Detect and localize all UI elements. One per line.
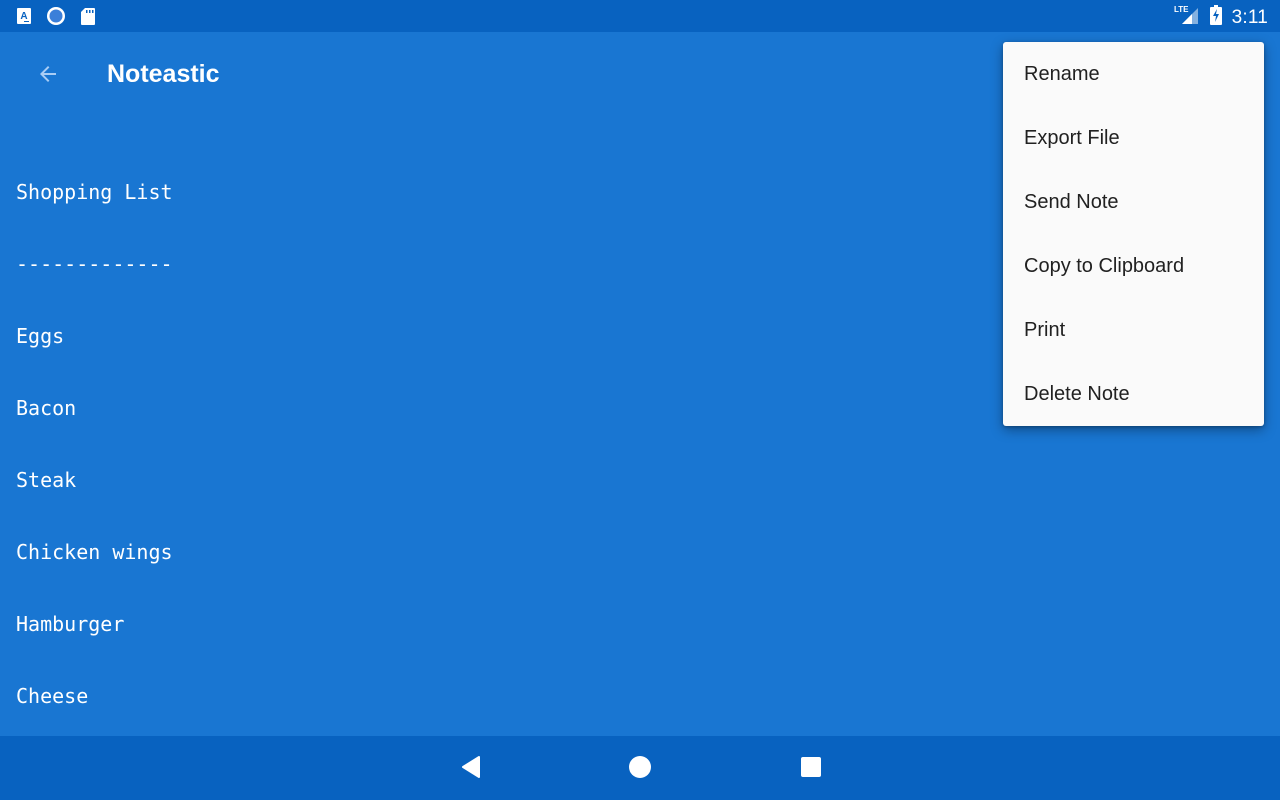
back-button[interactable] (26, 56, 70, 96)
back-triangle-icon (460, 755, 482, 784)
note-line: Eggs (16, 324, 65, 348)
nav-home-button[interactable] (625, 754, 655, 784)
svg-text:A: A (20, 11, 27, 22)
status-bar-system: LTE 3:11 (1174, 4, 1268, 31)
note-divider-line: ------------- (16, 252, 173, 276)
menu-item-export-file[interactable]: Export File (1003, 106, 1264, 170)
note-line: Bacon (16, 396, 77, 420)
status-bar: A LTE 3:11 (0, 0, 1280, 32)
menu-item-print[interactable]: Print (1003, 298, 1264, 362)
menu-item-rename[interactable]: Rename (1003, 42, 1264, 106)
sync-circle-icon (46, 6, 66, 31)
arrow-left-icon (36, 62, 60, 91)
app-title: Noteastic (107, 60, 220, 88)
note-title-line: Shopping List (16, 180, 173, 204)
note-line: Chicken wings (16, 540, 173, 564)
recents-square-icon (800, 756, 822, 783)
navigation-bar (0, 736, 1280, 800)
nav-back-button[interactable] (456, 754, 486, 784)
menu-item-send-note[interactable]: Send Note (1003, 170, 1264, 234)
status-bar-notifications: A (16, 6, 96, 31)
menu-item-copy-to-clipboard[interactable]: Copy to Clipboard (1003, 234, 1264, 298)
lte-signal-icon: LTE (1174, 4, 1200, 31)
note-line: Hamburger (16, 612, 125, 636)
menu-item-delete-note[interactable]: Delete Note (1003, 362, 1264, 426)
note-line: Steak (16, 468, 77, 492)
overflow-menu: Rename Export File Send Note Copy to Cli… (1003, 42, 1264, 426)
note-content[interactable]: Shopping List ------------- Eggs Bacon S… (16, 132, 173, 732)
nav-recents-button[interactable] (796, 754, 826, 784)
home-circle-icon (628, 755, 652, 784)
svg-text:LTE: LTE (1174, 5, 1189, 14)
note-line: Cheese (16, 684, 89, 708)
sd-card-icon (80, 7, 96, 31)
status-clock: 3:11 (1231, 6, 1268, 28)
app-notification-icon: A (16, 7, 32, 30)
battery-charging-icon (1209, 5, 1222, 30)
